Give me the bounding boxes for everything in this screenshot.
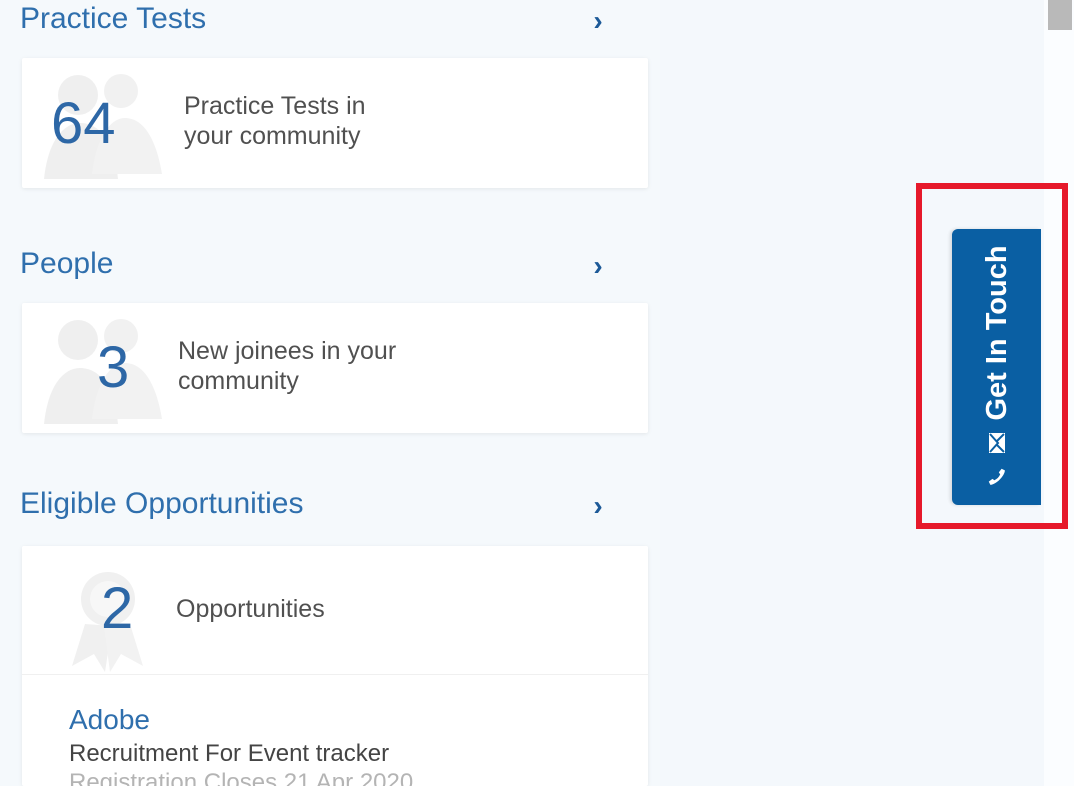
eligible-opportunities-card[interactable]: 2 Opportunities Adobe Recruitment For Ev… bbox=[22, 546, 648, 786]
chevron-right-icon[interactable]: › bbox=[586, 252, 610, 280]
practice-tests-description-line-2: your community bbox=[184, 121, 361, 150]
people-count: 3 bbox=[97, 335, 130, 400]
dashboard-column: Practice Tests › 64 Practice Tests in yo… bbox=[0, 0, 660, 786]
get-in-touch-content: Get In Touch bbox=[977, 229, 1017, 505]
people-header[interactable]: People › bbox=[20, 247, 610, 280]
people-title: People bbox=[20, 247, 114, 280]
practice-tests-header[interactable]: Practice Tests › bbox=[20, 2, 610, 35]
practice-tests-card[interactable]: 64 Practice Tests in your community bbox=[22, 58, 648, 188]
get-in-touch-label: Get In Touch bbox=[980, 245, 1013, 421]
phone-icon bbox=[985, 465, 1009, 489]
practice-tests-description: Practice Tests in your community bbox=[184, 92, 366, 151]
people-description-line-2: community bbox=[178, 366, 299, 395]
practice-tests-title: Practice Tests bbox=[20, 2, 207, 35]
opportunity-partial-registration-line: Registration Closes 21 Apr 2020 bbox=[69, 768, 414, 786]
eligible-opportunities-title: Eligible Opportunities bbox=[20, 487, 304, 520]
people-description-line-1: New joinees in your bbox=[178, 337, 397, 365]
opportunities-summary[interactable]: 2 Opportunities bbox=[22, 546, 648, 675]
opportunities-count: 2 bbox=[101, 576, 134, 641]
mail-icon bbox=[985, 431, 1009, 455]
opportunity-company[interactable]: Adobe bbox=[69, 705, 599, 735]
eligible-opportunities-header[interactable]: Eligible Opportunities › bbox=[20, 487, 610, 520]
vertical-scrollbar-thumb[interactable] bbox=[1048, 0, 1072, 30]
opportunity-title: Recruitment For Event tracker bbox=[69, 740, 390, 768]
get-in-touch-button[interactable]: Get In Touch bbox=[952, 229, 1041, 505]
practice-tests-description-line-1: Practice Tests in bbox=[184, 92, 366, 120]
practice-tests-count: 64 bbox=[51, 91, 116, 156]
opportunity-list-item[interactable]: Adobe Recruitment For Event tracker Regi… bbox=[69, 705, 599, 786]
chevron-right-icon[interactable]: › bbox=[586, 7, 610, 35]
people-description: New joinees in your community bbox=[178, 337, 396, 396]
opportunities-label: Opportunities bbox=[176, 595, 325, 623]
chevron-right-icon[interactable]: › bbox=[586, 492, 610, 520]
people-card[interactable]: 3 New joinees in your community bbox=[22, 303, 648, 433]
